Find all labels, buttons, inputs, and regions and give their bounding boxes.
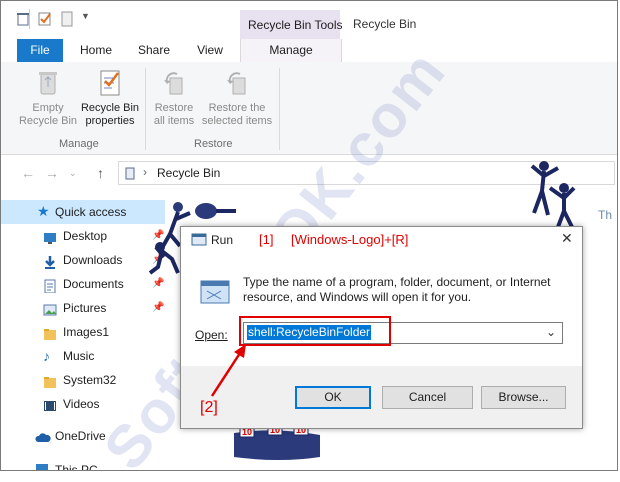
recycle-bin-icon: [33, 68, 63, 98]
manage-group-label: Manage: [59, 138, 99, 150]
tab-file[interactable]: File: [17, 39, 63, 62]
forward-arrow-icon[interactable]: →: [45, 165, 59, 181]
nav-item-pictures[interactable]: Pictures 📌: [1, 296, 165, 320]
cancel-button[interactable]: Cancel: [382, 386, 473, 409]
nav-item-quick-access[interactable]: ★ Quick access: [1, 200, 165, 224]
star-icon: ★: [37, 203, 50, 219]
tab-home[interactable]: Home: [73, 39, 119, 62]
address-row: ← → ⌄ ↑ › Recycle Bin: [1, 157, 617, 189]
nav-label: Images1: [63, 325, 110, 339]
up-arrow-icon[interactable]: ↑: [97, 165, 104, 181]
annotation-step-1-number: [1]: [259, 232, 274, 247]
nav-item-this-pc[interactable]: This PC: [1, 454, 165, 470]
contextual-tab-title: Recycle Bin Tools: [248, 18, 343, 32]
nav-label: Desktop: [63, 229, 108, 243]
content-column-partial: Th: [598, 208, 613, 222]
empty-label-2: Recycle Bin: [18, 115, 78, 127]
breadcrumb-location[interactable]: Recycle Bin: [157, 166, 220, 180]
run-title: Run: [211, 233, 234, 247]
nav-label: Downloads: [63, 253, 123, 267]
props-label-1: Recycle Bin: [80, 102, 140, 114]
nav-item-documents[interactable]: Documents 📌: [1, 272, 165, 296]
restore-sel-label-1: Restore the: [208, 102, 266, 114]
nav-item-videos[interactable]: Videos: [1, 392, 165, 416]
nav-label: Pictures: [63, 301, 107, 315]
pin-icon[interactable]: 📌: [152, 296, 164, 320]
browse-button[interactable]: Browse...: [481, 386, 566, 409]
cloud-icon: [35, 429, 51, 443]
props-label-2: properties: [85, 115, 135, 127]
pictures-icon: [43, 301, 57, 316]
recycle-bin-location-icon: [123, 166, 137, 183]
videos-icon: [43, 397, 57, 411]
document-icon: [43, 277, 57, 294]
properties-icon: [95, 68, 125, 98]
annotation-step-1-shortcut: [Windows-Logo]+[R]: [291, 232, 409, 247]
empty-recycle-bin-button[interactable]: Empty Recycle Bin: [15, 68, 81, 128]
recent-dropdown-icon[interactable]: ⌄: [69, 168, 77, 179]
window-title: Recycle Bin: [353, 17, 417, 31]
annotation-step-2: [2]: [200, 399, 218, 416]
properties-qat-icon[interactable]: [37, 11, 53, 27]
title-bar: ▼ Recycle Bin Tools Recycle Bin: [1, 1, 617, 40]
nav-item-system32[interactable]: System32: [1, 368, 165, 392]
desktop-icon: [43, 229, 57, 244]
nav-label: System32: [63, 373, 117, 387]
back-arrow-icon[interactable]: ←: [21, 165, 35, 181]
restore-all-label-2: all items: [153, 115, 195, 127]
nav-item-music[interactable]: ♪ Music: [1, 344, 165, 368]
music-note-icon: ♪: [43, 348, 50, 364]
run-description: Type the name of a program, folder, docu…: [243, 275, 551, 304]
nav-item-desktop[interactable]: Desktop 📌: [1, 224, 165, 248]
nav-label: Quick access: [55, 205, 127, 219]
ribbon-body: Empty Recycle Bin Recycle Bin properties…: [1, 62, 617, 155]
restore-selected-button[interactable]: Restore the selected items: [199, 68, 275, 128]
restore-all-button[interactable]: Restore all items: [149, 68, 199, 128]
tab-manage[interactable]: Manage: [240, 39, 342, 63]
nav-item-downloads[interactable]: Downloads 📌: [1, 248, 165, 272]
restore-all-icon: [159, 68, 189, 98]
restore-selected-icon: [222, 68, 252, 98]
ribbon-tabs: File Home Share View Manage: [1, 39, 617, 63]
navigation-pane: ★ Quick access Desktop 📌 Downloads 📌 Doc…: [1, 198, 165, 470]
group-separator: [279, 68, 280, 150]
annotation-arrow: [210, 344, 246, 397]
run-app-icon: [191, 232, 207, 251]
close-icon[interactable]: ✕: [561, 230, 573, 247]
combobox-chevron-down-icon[interactable]: ⌄: [546, 325, 556, 339]
run-title-bar: Run [1] [Windows-Logo]+[R] ✕: [181, 227, 582, 253]
tab-share[interactable]: Share: [129, 39, 179, 62]
nav-label: OneDrive: [55, 429, 106, 443]
tab-view[interactable]: View: [187, 39, 233, 62]
folder-icon: [43, 373, 57, 388]
restore-group-label: Restore: [194, 138, 233, 150]
folder-icon: [43, 325, 57, 340]
restore-all-label-1: Restore: [154, 102, 194, 114]
restore-sel-label-2: selected items: [201, 115, 273, 127]
nav-item-onedrive[interactable]: OneDrive: [1, 424, 165, 448]
new-folder-qat-icon[interactable]: [59, 11, 75, 27]
doodle-figure-right: [530, 161, 576, 228]
empty-label-1: Empty: [32, 102, 64, 114]
annotation-highlight-box: [239, 316, 391, 346]
nav-label: Videos: [63, 397, 100, 411]
qat-dropdown-icon[interactable]: ▼: [81, 11, 97, 27]
computer-icon: [35, 460, 49, 470]
recycle-bin-properties-button[interactable]: Recycle Bin properties: [77, 68, 143, 128]
download-icon: [43, 253, 57, 269]
run-program-icon: [199, 277, 231, 312]
breadcrumb-chevron-icon[interactable]: ›: [143, 165, 147, 179]
nav-label: Music: [63, 349, 95, 363]
ok-button[interactable]: OK: [295, 386, 371, 409]
group-separator: [145, 68, 146, 150]
nav-label: This PC: [55, 463, 98, 470]
nav-item-images1[interactable]: Images1: [1, 320, 165, 344]
nav-label: Documents: [63, 277, 124, 291]
